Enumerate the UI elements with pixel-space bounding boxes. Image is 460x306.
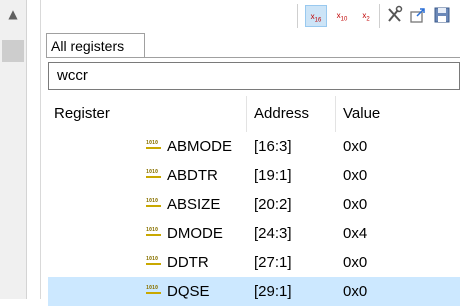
register-table: Register Address Value 1010 ABMODE [16:3… (48, 96, 460, 306)
tools-icon[interactable] (386, 5, 404, 25)
pane-divider[interactable] (40, 0, 41, 299)
register-address: [24:3] (254, 225, 292, 242)
scroll-up-arrow-icon[interactable]: ▲ (4, 4, 22, 24)
left-scrollbar[interactable]: ▲ (0, 0, 27, 299)
register-value[interactable]: 0x0 (343, 161, 367, 190)
toolbar: RD x16 x10 x2 (41, 0, 460, 32)
register-address: [27:1] (254, 254, 292, 271)
binary-format-button[interactable]: x2 (355, 5, 377, 27)
hex-format-button[interactable]: x16 (305, 5, 327, 27)
save-icon[interactable] (433, 5, 451, 25)
register-field-icon: 1010 (146, 228, 161, 239)
column-header-value[interactable]: Value (343, 96, 380, 132)
table-row[interactable]: 1010 DDTR [27:1] 0x0 (48, 248, 460, 277)
column-separator[interactable] (335, 96, 336, 132)
register-filter-input[interactable]: wccr (48, 62, 460, 90)
register-name: ABMODE (167, 138, 233, 155)
register-value[interactable]: 0x0 (343, 248, 367, 277)
register-value[interactable]: 0x0 (343, 277, 367, 306)
toolbar-separator (379, 4, 380, 28)
register-address: [16:3] (254, 138, 292, 155)
scroll-thumb[interactable] (2, 40, 24, 62)
register-value[interactable]: 0x4 (343, 219, 367, 248)
register-name: DDTR (167, 254, 209, 271)
register-field-icon: 1010 (146, 257, 161, 268)
table-row[interactable]: 1010 ABSIZE [20:2] 0x0 (48, 190, 460, 219)
register-name: DQSE (167, 283, 210, 300)
register-value[interactable]: 0x0 (343, 132, 367, 161)
export-icon[interactable] (409, 5, 427, 25)
table-row[interactable]: 1010 ABMODE [16:3] 0x0 (48, 132, 460, 161)
table-header: Register Address Value (48, 96, 460, 132)
column-header-address[interactable]: Address (254, 96, 309, 132)
register-address: [19:1] (254, 167, 292, 184)
table-row-selected[interactable]: 1010 DQSE [29:1] 0x0 (48, 277, 460, 306)
table-row[interactable]: 1010 ABDTR [19:1] 0x0 (48, 161, 460, 190)
decimal-format-button[interactable]: x10 (331, 5, 353, 27)
register-name: ABDTR (167, 167, 218, 184)
table-row[interactable]: 1010 DMODE [24:3] 0x4 (48, 219, 460, 248)
toolbar-separator (297, 4, 298, 28)
register-name: DMODE (167, 225, 223, 242)
register-field-icon: 1010 (146, 141, 161, 152)
register-field-icon: 1010 (146, 170, 161, 181)
tab-all-registers[interactable]: All registers (46, 33, 145, 57)
column-header-register[interactable]: Register (54, 96, 110, 132)
register-address: [29:1] (254, 283, 292, 300)
register-value[interactable]: 0x0 (343, 190, 367, 219)
tab-strip-border (46, 57, 460, 58)
register-name: ABSIZE (167, 196, 221, 213)
column-separator[interactable] (246, 96, 247, 132)
register-address: [20:2] (254, 196, 292, 213)
register-field-icon: 1010 (146, 199, 161, 210)
register-field-icon: 1010 (146, 286, 161, 297)
